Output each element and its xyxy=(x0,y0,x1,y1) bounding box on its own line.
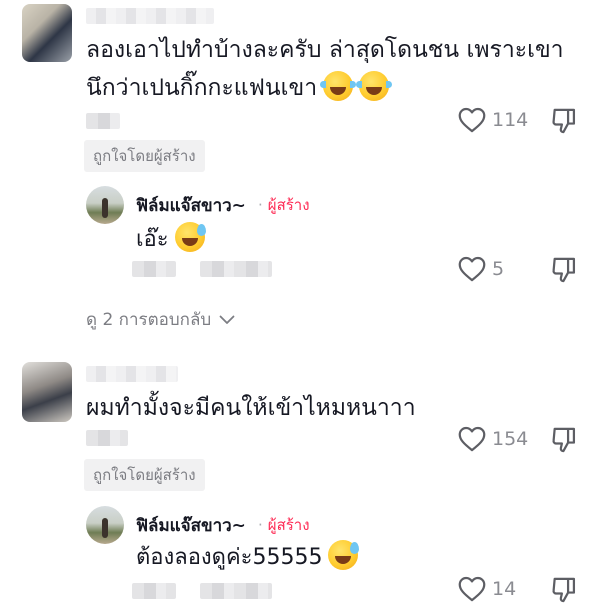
creator-badge: · ผู้สร้าง xyxy=(258,516,310,534)
heart-icon xyxy=(458,426,486,452)
like-count: 14 xyxy=(492,578,517,600)
creator-avatar[interactable] xyxy=(86,506,124,544)
heart-icon xyxy=(458,576,486,602)
comment-text: ผมทำมั้งจะมีคนให้เข้าไหมหนาาา xyxy=(86,395,416,421)
liked-by-creator-badge: ถูกใจโดยผู้สร้าง xyxy=(84,459,205,491)
comment-meta-blurred xyxy=(86,430,128,446)
reply-like-button[interactable]: 14 xyxy=(458,576,516,602)
reply-meta-blurred-2 xyxy=(200,583,272,599)
commenter-username-blurred[interactable] xyxy=(86,366,178,382)
sweat-grin-icon xyxy=(328,540,360,570)
reply-meta-blurred xyxy=(132,583,176,599)
reply-text: ต้องลองดูค่ะ55555 xyxy=(136,540,360,574)
comment-2: ผมทำมั้งจะมีคนให้เข้าไหมหนาาา 154 ถูกใจโ… xyxy=(0,0,600,605)
dislike-icon[interactable] xyxy=(551,576,577,604)
creator-name[interactable]: ฟิล์มแจ๊สขาว~ xyxy=(136,512,246,539)
like-button[interactable]: 154 xyxy=(458,426,528,452)
like-count: 154 xyxy=(492,428,529,450)
dislike-icon[interactable] xyxy=(551,426,577,454)
commenter-avatar[interactable] xyxy=(22,362,72,422)
